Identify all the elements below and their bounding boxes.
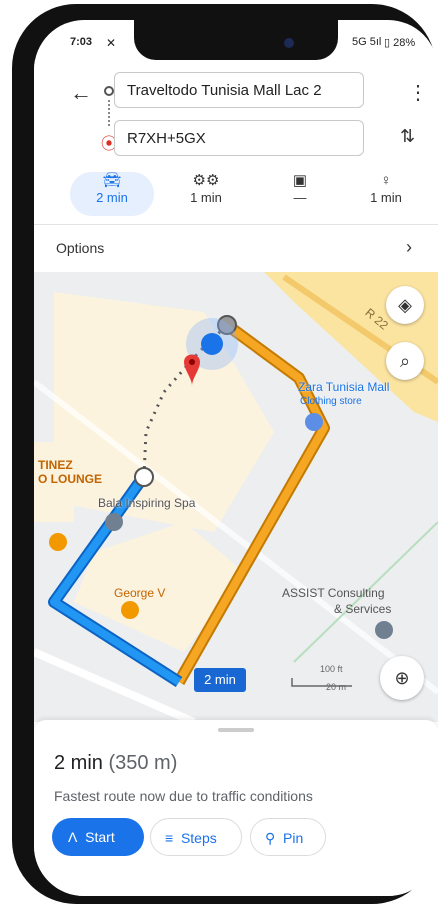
walk-icon: ♀ <box>380 172 392 189</box>
battery-indicator: ▯ 28% <box>384 37 416 49</box>
route-connector <box>108 100 112 126</box>
poi-label-zara: Zara Tunisia Mall <box>298 380 390 394</box>
recenter-button[interactable]: ⊕ <box>380 656 424 700</box>
route-panel: ← ⦿ Traveltodo Tunisia Mall Lac 2 R7XH+5… <box>34 60 438 272</box>
mute-icon: ✕ <box>106 36 117 50</box>
chevron-right-icon: › <box>406 237 412 257</box>
steps-button[interactable]: ≡ Steps <box>150 818 242 856</box>
summary-time: 2 min <box>54 752 103 774</box>
street <box>34 648 196 722</box>
search-icon: ⌕ <box>399 351 411 371</box>
divider <box>34 224 438 225</box>
service-pin-icon[interactable] <box>375 621 393 639</box>
mode-car[interactable]: 🚘︎ 2 min <box>70 172 154 216</box>
route-time-badge[interactable]: 2 min <box>194 668 246 692</box>
network-indicator: 5G 5ıl <box>352 36 382 48</box>
layers-icon: ◈ <box>398 295 412 315</box>
restaurant-icon[interactable] <box>121 601 139 619</box>
list-icon: ≡ <box>165 830 174 846</box>
more-menu-icon[interactable]: ⋮ <box>408 80 428 105</box>
restaurant-icon[interactable] <box>49 533 67 551</box>
swap-icon[interactable]: ⇅ <box>400 126 415 147</box>
origin-field[interactable]: Traveltodo Tunisia Mall Lac 2 <box>114 72 364 108</box>
poi-label-lounge-1: TINEZ <box>38 458 73 472</box>
poi-label-assist-1: ASSIST Consulting <box>282 586 385 600</box>
route-summary-sheet: 2 min (350 m) Fastest route now due to t… <box>34 720 438 896</box>
scale-label-ft: 100 ft <box>320 664 343 674</box>
poi-label-george: George V <box>114 586 166 600</box>
scale-label-m: 20 m <box>326 682 347 692</box>
summary-distance: (350 m) <box>108 752 178 774</box>
notch <box>134 20 338 60</box>
status-time: 7:03 <box>70 36 93 48</box>
summary-note: Fastest route now due to traffic conditi… <box>54 788 313 804</box>
summary-title: 2 min (350 m) <box>54 752 177 775</box>
spa-icon[interactable] <box>105 513 123 531</box>
drag-handle[interactable] <box>218 728 254 732</box>
map-canvas <box>34 272 438 722</box>
travel-modes: 🚘︎ 2 min ⚙⚙ 1 min ▣ — ♀ 1 min <box>34 168 438 220</box>
search-button[interactable]: ⌕ <box>386 342 424 380</box>
origin-dot-icon <box>104 86 114 96</box>
back-arrow-icon[interactable]: ← <box>70 80 92 106</box>
map-view[interactable]: R 22 Zara Tunisia Mall Clothing store TI… <box>34 272 438 722</box>
current-location-icon <box>201 333 223 355</box>
mode-transit[interactable]: ▣ — <box>260 172 340 216</box>
waypoint-dot <box>134 467 154 487</box>
poi-label-assist-2: & Services <box>334 602 392 616</box>
layers-button[interactable]: ◈ <box>386 286 424 324</box>
pin-center <box>189 359 195 365</box>
screen: 7:03 ✕ 5G 5ıl ▯ 28% ← ⦿ Traveltodo Tunis… <box>34 20 438 896</box>
mode-walk[interactable]: ♀ 1 min <box>346 172 426 216</box>
pin-icon: ⚲ <box>265 830 276 846</box>
poi-label-spa: Bala Inspiring Spa <box>98 496 196 510</box>
poi-sublabel-zara: Clothing store <box>300 396 362 407</box>
motorcycle-icon: ⚙⚙ <box>192 172 220 189</box>
crosshair-icon: ⊕ <box>394 668 410 688</box>
options-row[interactable]: Options › <box>34 226 438 270</box>
destination-field[interactable]: R7XH+5GX <box>114 120 364 156</box>
poi-label-lounge-2: O LOUNGE <box>38 472 103 486</box>
clothing-store-icon[interactable] <box>305 413 323 431</box>
camera <box>284 38 294 48</box>
start-button[interactable]: Λ Start <box>52 818 144 856</box>
navigation-icon: Λ <box>68 829 78 845</box>
transit-icon: ▣ <box>292 172 308 189</box>
pin-button[interactable]: ⚲ Pin <box>250 818 326 856</box>
car-icon: 🚘︎ <box>102 172 122 189</box>
phone-frame: 7:03 ✕ 5G 5ıl ▯ 28% ← ⦿ Traveltodo Tunis… <box>12 4 438 904</box>
options-label: Options <box>56 240 105 256</box>
mode-motorcycle[interactable]: ⚙⚙ 1 min <box>166 172 246 216</box>
